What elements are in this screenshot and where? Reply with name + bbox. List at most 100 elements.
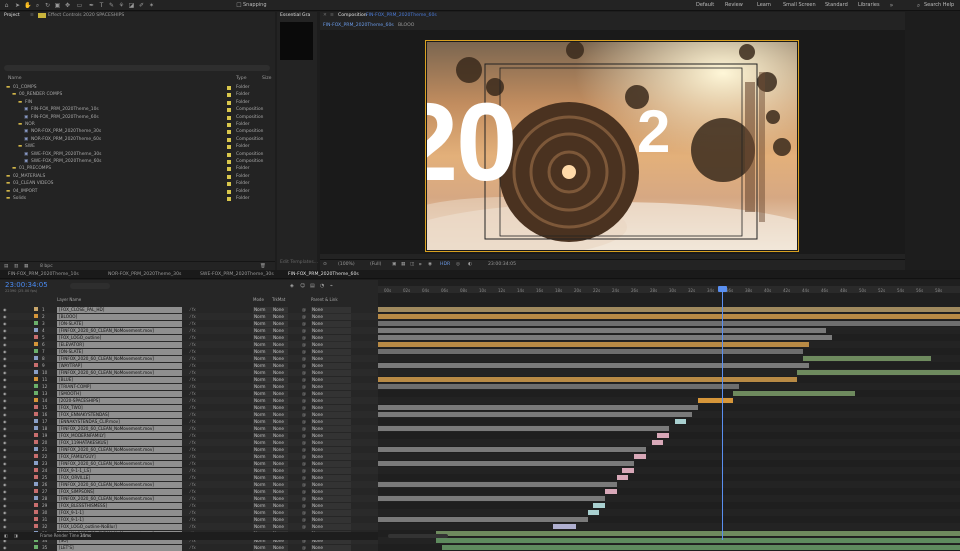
parent-pickwhip-icon[interactable]: @ [302,426,306,431]
timeline-layer-row[interactable]: ◉ 11 [BLUE] ⁄ fx Norm None @ None [0,376,378,383]
mask-visibility-icon[interactable]: ◫ [410,262,414,267]
timeline-layer-row[interactable]: ◉ 26 [FINFOX_2020_60_CLEAN_NoMovement.mov]… [0,481,378,488]
layer-parent-select[interactable]: None [311,495,351,502]
layer-parent-select[interactable]: None [311,390,351,397]
visibility-eye-icon[interactable]: ◉ [3,391,7,396]
channel-icon[interactable]: ◉ [428,262,432,267]
project-item[interactable]: ▣ FIN-FOX_PRM_2020Theme_10s Composition [0,106,270,113]
layer-parent-select[interactable]: None [311,397,351,404]
layer-trkmat-select[interactable]: None [272,439,288,446]
layer-name[interactable]: [ON-SLATE] [57,320,182,327]
layer-label-swatch[interactable] [34,384,38,388]
layer-parent-select[interactable]: None [311,320,351,327]
layer-switches-icon[interactable]: ⁄ fx [190,440,196,445]
layer-label-swatch[interactable] [34,363,38,367]
layer-duration-bar[interactable] [634,454,646,459]
bpc-label[interactable]: 8 bpc [40,264,53,269]
layer-parent-select[interactable]: None [311,362,351,369]
layer-name[interactable]: [SMOOTH] [57,390,182,397]
layer-label-swatch[interactable] [34,335,38,339]
timeline-layer-row[interactable]: ◉ 32 [FOX_LOGO_outline-NoBlur] ⁄ fx Norm None… [0,523,378,530]
layer-name[interactable]: [FOX_119HATAKESKUS] [57,439,182,446]
layer-parent-select[interactable]: None [311,481,351,488]
layer-name[interactable]: [FOX_BLESSTHISMESS] [57,502,182,509]
layer-trkmat-select[interactable]: None [272,460,288,467]
timeline-timecode[interactable]: 23:00:34:05 [5,281,48,289]
layer-parent-select[interactable]: None [311,334,351,341]
layer-switches-icon[interactable]: ⁄ fx [190,468,196,473]
col-name[interactable]: Name [8,76,22,81]
label-color-swatch[interactable] [227,123,231,127]
visibility-eye-icon[interactable]: ◉ [3,328,7,333]
layer-name[interactable]: [FOX_ORVILLE] [57,474,182,481]
label-color-swatch[interactable] [227,160,231,164]
interpret-footage-icon[interactable]: ▤ [4,264,8,269]
layer-duration-bar[interactable] [442,545,960,550]
project-item[interactable]: ▬ NOR Folder [0,121,270,128]
layer-switches-icon[interactable]: ⁄ fx [190,461,196,466]
layer-trkmat-select[interactable]: None [272,369,288,376]
new-comp-icon[interactable]: ▦ [24,264,28,269]
layer-label-swatch[interactable] [34,426,38,430]
pan-behind-tool-icon[interactable]: ✥ [64,2,71,9]
layer-duration-bar[interactable] [378,447,646,452]
hand-tool-icon[interactable]: ✋ [24,2,31,9]
parent-pickwhip-icon[interactable]: @ [302,370,306,375]
col-trkmat[interactable]: TrkMat [272,297,285,302]
layer-name[interactable]: [FOX_LOGO_outline-NoBlur] [57,523,182,530]
layer-duration-bar[interactable] [378,482,617,487]
layer-switches-icon[interactable]: ⁄ fx [190,307,196,312]
visibility-eye-icon[interactable]: ◉ [3,426,7,431]
parent-pickwhip-icon[interactable]: @ [302,447,306,452]
layer-name[interactable]: [FINFOX_2020_60_CLEAN_NoMovement.mov] [57,481,182,488]
zoom-select[interactable]: (100%) [338,262,355,267]
layer-parent-select[interactable]: None [311,446,351,453]
layer-label-swatch[interactable] [34,398,38,402]
layer-selection-box[interactable] [425,40,799,252]
layer-name[interactable]: [BLUE] [57,376,182,383]
timeline-layer-row[interactable]: ◉ 10 [FINFOX_2020_60_CLEAN_NoMovement.mov]… [0,369,378,376]
parent-pickwhip-icon[interactable]: @ [302,349,306,354]
project-item[interactable]: ▣ NOR-FOX_PRM_2020Theme_30s Composition [0,128,270,135]
tab-essential-graphics[interactable]: Essential Gra [280,13,310,18]
layer-trkmat-select[interactable]: None [272,418,288,425]
layer-trkmat-select[interactable]: None [272,432,288,439]
layer-name[interactable]: [FOX_ENNAKYSTENDAS] [57,411,182,418]
layer-duration-bar[interactable] [378,335,832,340]
timeline-layer-row[interactable]: ◉ 24 [FOX_9-1-1_LS] ⁄ fx Norm None @ None [0,467,378,474]
show-snapshot-icon[interactable]: ◐ [468,262,472,267]
layer-duration-bar[interactable] [378,377,798,382]
project-item[interactable]: ▣ SWE-FOX_PRM_2020Theme_30s Composition [0,151,270,158]
label-color-swatch[interactable] [227,108,231,113]
layer-name[interactable]: [FINFOX_2020_60_CLEAN_NoMovement.mov] [57,495,182,502]
layer-parent-select[interactable]: None [311,383,351,390]
project-search-input[interactable] [4,65,270,71]
layer-label-swatch[interactable] [34,377,38,381]
layer-duration-bar[interactable] [378,349,803,354]
layer-duration-bar[interactable] [378,307,960,312]
layer-parent-select[interactable]: None [311,376,351,383]
label-color-swatch[interactable] [227,189,231,194]
layer-name[interactable]: [FINFOX_2020_60_CLEAN_NoMovement.mov] [57,327,182,334]
parent-pickwhip-icon[interactable]: @ [302,377,306,382]
parent-pickwhip-icon[interactable]: @ [302,524,306,529]
layer-label-swatch[interactable] [34,447,38,451]
layer-label-swatch[interactable] [34,489,38,493]
layer-duration-bar[interactable] [604,489,617,494]
draft-3d-icon[interactable]: ◈ [290,283,294,289]
layer-parent-select[interactable]: None [311,404,351,411]
timeline-layer-row[interactable]: ◉ 1 [FOX_CLOSE_PAL_HD] ⁄ fx Norm None @ None [0,306,378,313]
breadcrumb-comp[interactable]: FIN-FOX_PRM_2020Theme_60s [323,23,394,28]
layer-label-swatch[interactable] [34,412,38,416]
timeline-layer-row[interactable]: ◉ 15 [FOX_TWO] ⁄ fx Norm None @ None [0,404,378,411]
timeline-layer-row[interactable]: ◉ 13 [SMOOTH] ⁄ fx Norm None @ None [0,390,378,397]
layer-trkmat-select[interactable]: None [272,474,288,481]
layer-label-swatch[interactable] [34,524,38,528]
visibility-eye-icon[interactable]: ◉ [3,349,7,354]
col-size[interactable]: Size [262,76,271,81]
parent-pickwhip-icon[interactable]: @ [302,335,306,340]
project-item[interactable]: ▣ SWE-FOX_PRM_2020Theme_60s Composition [0,158,270,165]
viewer-timecode[interactable]: 23:00:34:05 [488,262,516,267]
tab-project[interactable]: Project [4,13,20,18]
layer-trkmat-select[interactable]: None [272,383,288,390]
